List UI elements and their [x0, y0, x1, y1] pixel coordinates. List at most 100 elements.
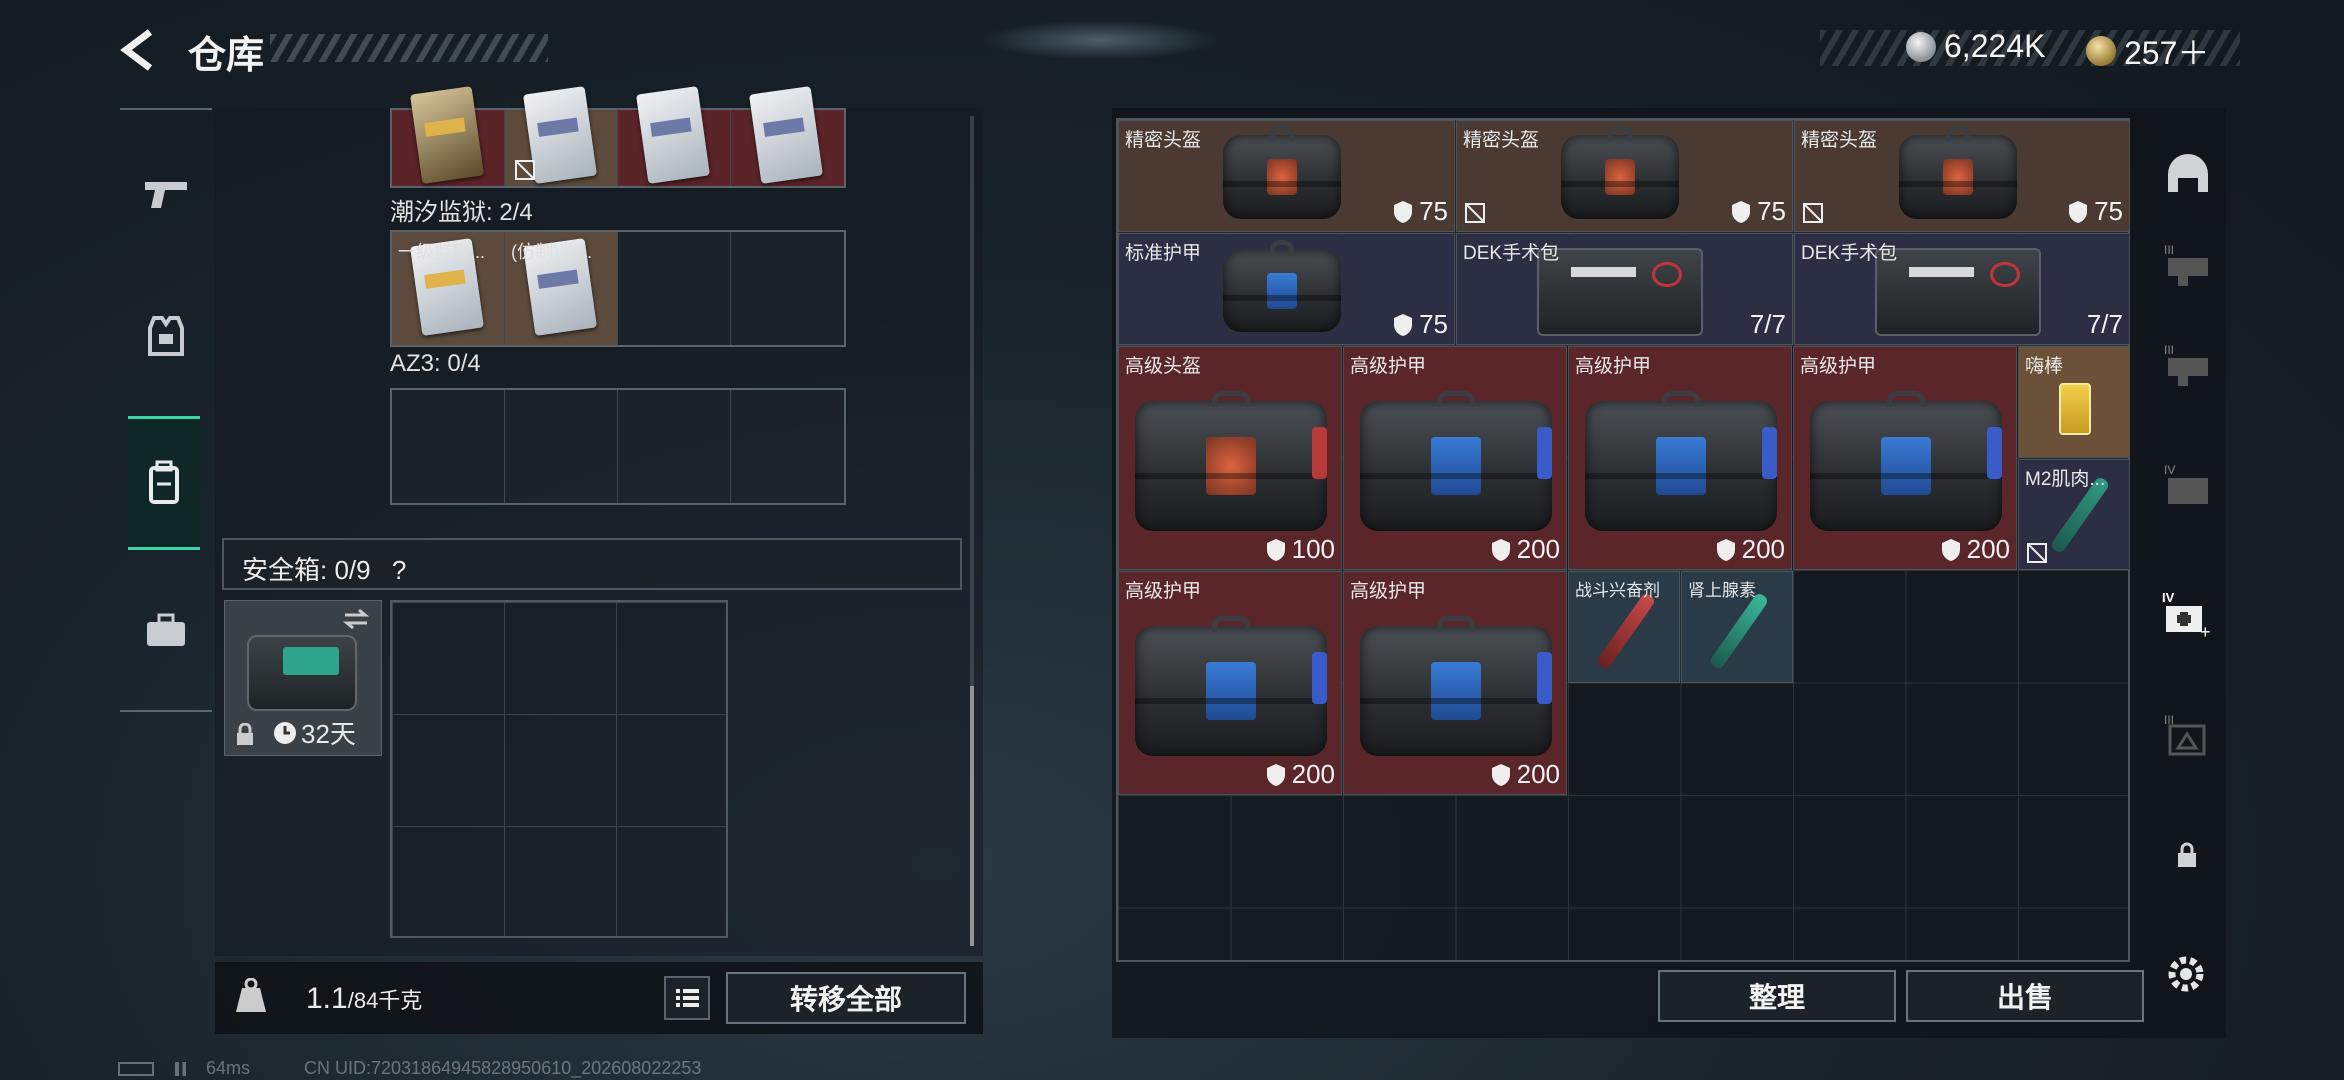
item-durability: 75 [1731, 196, 1786, 227]
grid-cell[interactable] [505, 86, 618, 186]
transfer-all-button[interactable]: 转移全部 [726, 972, 966, 1024]
item-durability: 200 [1491, 759, 1560, 790]
nav-armor[interactable] [120, 288, 212, 384]
stash-item-helmet[interactable]: 精密头盔 75 [1794, 120, 2130, 232]
no-trade-icon [515, 160, 535, 180]
armor-tier3-icon[interactable]: III [2162, 238, 2214, 290]
battery-icon [118, 1061, 154, 1076]
status-bar: 64ms CN UID:72031864945828950610_2026080… [118, 1058, 701, 1079]
item-durability: 200 [1941, 534, 2010, 565]
stash-item-drink[interactable]: 嗨棒 [2018, 346, 2130, 458]
stash-item-syringe[interactable]: M2肌肉... [2018, 459, 2130, 570]
item-durability: 75 [2068, 196, 2123, 227]
item-durability: 200 [1491, 534, 1560, 565]
list-icon [676, 989, 699, 1007]
shield-icon [1716, 538, 1735, 561]
gun-icon [145, 182, 187, 208]
key-row-partial [390, 86, 846, 188]
stash-item-armor[interactable]: 高级护甲 200 [1568, 346, 1792, 570]
item-name: 高级护甲 [1800, 356, 1877, 377]
item-name: DEK手术包 [1801, 243, 1898, 264]
empty-key-slot[interactable] [505, 390, 618, 503]
sort-button[interactable]: 整理 [1658, 970, 1896, 1022]
key-card-name: (仿制)监... [511, 242, 592, 262]
empty-key-slot[interactable] [731, 390, 844, 503]
stash-item-armor[interactable]: 高级护甲 200 [1118, 571, 1342, 795]
helmet-slot-icon[interactable] [2162, 148, 2214, 200]
swap-icon[interactable] [341, 607, 371, 631]
item-name: 肾上腺素 [1688, 581, 1756, 600]
shield-icon [1266, 538, 1285, 561]
stash-item-surgery-kit[interactable]: DEK手术包 7/7 [1456, 233, 1793, 345]
stash-item-syringe[interactable]: 战斗兴奋剂 [1568, 571, 1680, 683]
back-arrow-icon[interactable] [118, 28, 158, 72]
az3-label: AZ3: 0/4 [390, 350, 481, 377]
stash-item-armor[interactable]: 标准护甲 75 [1118, 233, 1455, 345]
shield-icon [1941, 538, 1960, 561]
stash-item-helmet[interactable]: 精密头盔 75 [1118, 120, 1455, 232]
sell-button[interactable]: 出售 [1906, 970, 2144, 1022]
svg-text:IV: IV [2162, 590, 2175, 605]
key-card-name: 一级监狱... [398, 242, 486, 262]
shield-icon [1491, 763, 1510, 786]
svg-text:III: III [2164, 243, 2174, 257]
weight-capacity: /84千克 [347, 988, 423, 1013]
safe-box-grid[interactable] [390, 600, 728, 938]
list-view-button[interactable] [664, 976, 710, 1020]
stash-item-helmet[interactable]: 精密头盔 75 [1456, 120, 1793, 232]
nav-weapons[interactable] [120, 146, 212, 242]
nav-backpack[interactable] [128, 416, 200, 550]
key-card-slot[interactable]: (仿制)监... [505, 232, 618, 345]
page-title: 仓库 [188, 35, 265, 77]
svg-text:+: + [2200, 622, 2211, 640]
safe-box-item[interactable]: 32天 [224, 600, 382, 756]
item-durability: 75 [1393, 196, 1448, 227]
empty-key-slot[interactable] [731, 232, 844, 345]
loadout-scrollbar[interactable] [970, 116, 974, 946]
briefcase-icon [147, 613, 185, 646]
svg-text:III: III [2164, 343, 2174, 357]
item-name: 精密头盔 [1463, 130, 1540, 151]
item-name: 标准护甲 [1125, 243, 1202, 264]
item-name: DEK手术包 [1463, 243, 1560, 264]
stash-item-helmet[interactable]: 高级头盔 100 [1118, 346, 1342, 570]
item-name: 精密头盔 [1801, 130, 1878, 151]
equipment-slot-rail: III III IV IV + III [2148, 108, 2228, 1038]
item-durability: 200 [1266, 759, 1335, 790]
item-name: 高级头盔 [1125, 356, 1202, 377]
item-name: 高级护甲 [1350, 581, 1427, 602]
ping-readout: 64ms [206, 1058, 251, 1078]
stash-item-armor[interactable]: 高级护甲 200 [1343, 571, 1567, 795]
safe-box-label: 安全箱: 0/9 [242, 555, 371, 585]
empty-key-slot[interactable] [392, 390, 505, 503]
key-card-slot[interactable]: 一级监狱... [392, 232, 505, 345]
settings-gear-icon[interactable] [2164, 952, 2208, 996]
stash-item-syringe[interactable]: 肾上腺素 [1681, 571, 1793, 683]
item-name: 精密头盔 [1125, 130, 1202, 151]
armor-tier3-icon[interactable]: III [2162, 338, 2214, 390]
item-name: 高级护甲 [1575, 356, 1652, 377]
svg-text:IV: IV [2164, 463, 2175, 477]
stash-item-armor[interactable]: 高级护甲 200 [1793, 346, 2017, 570]
folder-tier4-icon[interactable]: IV [2162, 458, 2214, 510]
item-durability: 200 [1716, 534, 1785, 565]
grid-cell[interactable] [731, 86, 844, 186]
silver-amount: 6,224K [1944, 28, 2046, 64]
item-durability: 100 [1266, 534, 1335, 565]
tide-prison-keys: 一级监狱... (仿制)监... [390, 230, 846, 347]
title-decoration [270, 34, 548, 62]
shield-icon [1732, 200, 1751, 223]
gold-currency: 257＋ [2086, 28, 2209, 74]
medkit-tier4-icon[interactable]: IV + [2162, 588, 2214, 640]
grid-cell[interactable] [618, 86, 731, 186]
help-icon[interactable]: ? [392, 555, 406, 585]
empty-key-slot[interactable] [618, 232, 731, 345]
stash-item-surgery-kit[interactable]: DEK手术包 7/7 [1794, 233, 2130, 345]
shield-icon [1394, 313, 1413, 336]
tier3-box-icon[interactable]: III [2162, 708, 2214, 760]
grid-cell[interactable] [392, 86, 505, 186]
weight-readout: 1.1/84千克 [306, 982, 422, 1016]
nav-briefcase[interactable] [120, 582, 212, 678]
stash-item-armor[interactable]: 高级护甲 200 [1343, 346, 1567, 570]
empty-key-slot[interactable] [618, 390, 731, 503]
